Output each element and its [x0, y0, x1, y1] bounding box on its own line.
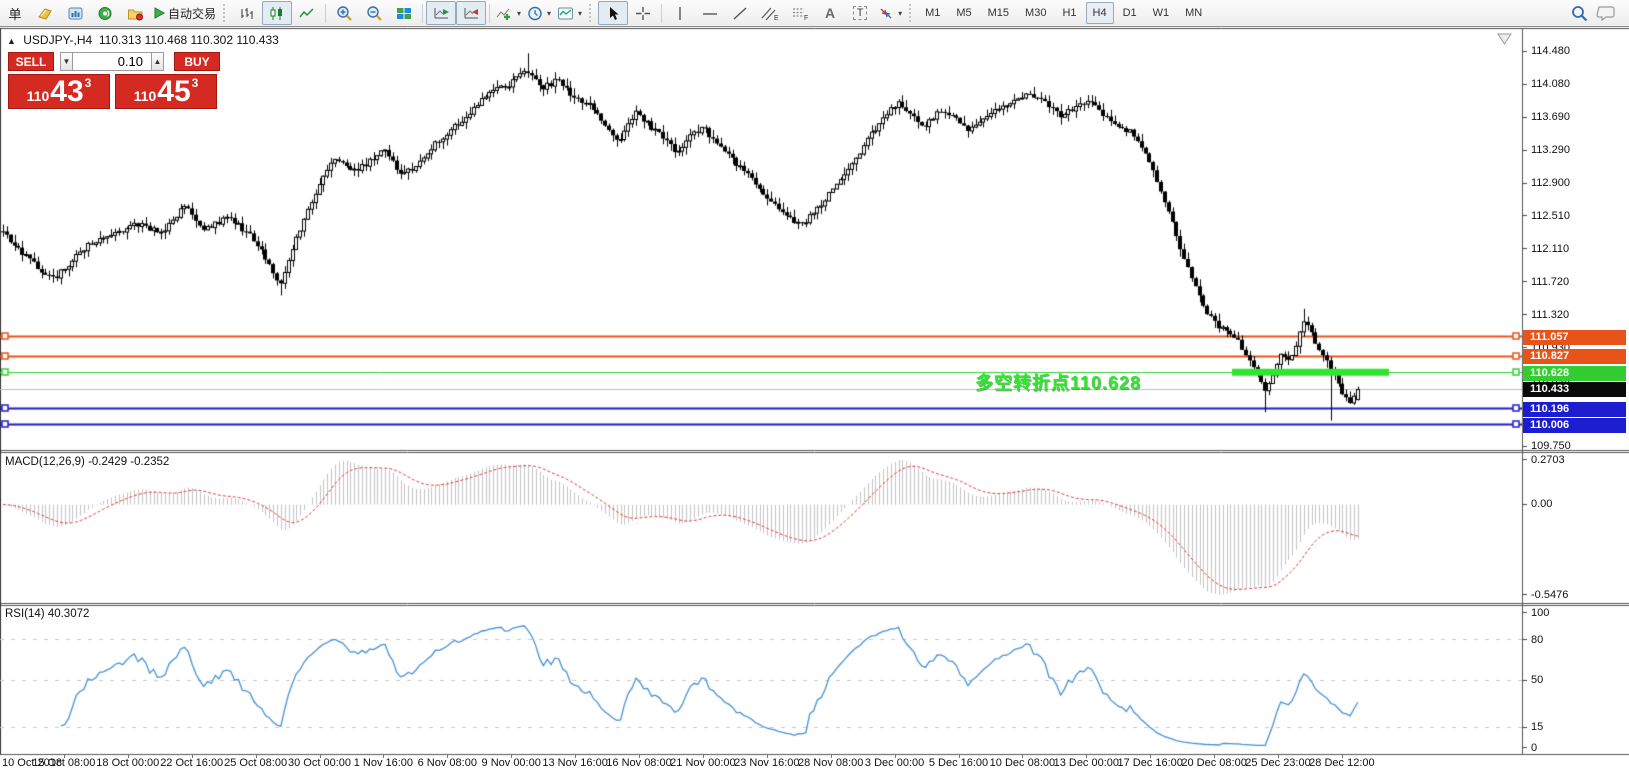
sell-price-prefix: 110 [27, 88, 50, 104]
macd-axis-tick: 0.2703 [1531, 454, 1565, 466]
time-axis-tick-mark [1086, 754, 1087, 758]
rsi-axis-tick: 50 [1531, 674, 1543, 686]
buy-price-big: 45 [157, 78, 190, 106]
price-axis-tick: 114.480 [1531, 45, 1570, 57]
price-axis-tick: 112.110 [1531, 243, 1569, 255]
price-axis-tick: 112.900 [1531, 177, 1570, 189]
time-axis-tick-mark [1022, 754, 1023, 758]
macd-axis-tick: 0.00 [1531, 498, 1552, 510]
sell-price-big: 43 [50, 78, 83, 106]
time-axis-label: 28 Nov 08:00 [798, 757, 863, 769]
time-axis-tick-mark [1214, 754, 1215, 758]
time-axis-tick-mark [383, 754, 384, 758]
time-axis-label: 16 Nov 08:00 [606, 757, 671, 769]
buy-price-button[interactable]: 110 45 3 [115, 74, 217, 109]
time-axis-label: 28 Dec 12:00 [1309, 757, 1374, 769]
time-axis-label: 9 Nov 00:00 [482, 757, 541, 769]
rsi-axis-tick: 80 [1531, 634, 1543, 646]
buy-button[interactable]: BUY [174, 52, 220, 71]
time-axis-label: 21 Nov 00:00 [670, 757, 735, 769]
time-axis-tick-mark [320, 754, 321, 758]
time-axis-tick-mark [831, 754, 832, 758]
annotation-text: 多空转折点110.628 [975, 369, 1141, 395]
time-axis-label: 18 Oct 00:00 [96, 757, 159, 769]
price-tag: 110.196 [1523, 402, 1626, 417]
rsi-axis-tick: 15 [1531, 721, 1543, 733]
macd-label: MACD(12,26,9) -0.2429 -0.2352 [5, 456, 169, 468]
time-axis-tick-mark [895, 754, 896, 758]
rsi-axis-tick: 0 [1531, 742, 1537, 754]
price-tag: 111.057 [1523, 330, 1626, 345]
time-axis-tick-mark [256, 754, 257, 758]
buy-price-prefix: 110 [134, 88, 157, 104]
volume-decrease-button[interactable]: ▼ [60, 52, 73, 71]
time-axis-label: 25 Oct 08:00 [224, 757, 287, 769]
price-axis-tick: 113.290 [1531, 144, 1570, 156]
time-axis-tick-mark [511, 754, 512, 758]
sell-price-sup: 3 [85, 76, 92, 90]
buy-price-sup: 3 [192, 76, 199, 90]
time-axis-tick-mark [575, 754, 576, 758]
price-axis-tick: 113.690 [1531, 111, 1570, 123]
chart-canvas[interactable] [0, 0, 1629, 771]
time-axis-label: 25 Dec 23:00 [1245, 757, 1310, 769]
time-axis-label: 6 Nov 08:00 [418, 757, 477, 769]
mt4-window: 单 自动交易 [0, 0, 1629, 771]
time-axis-label: 22 Oct 16:00 [160, 757, 223, 769]
rsi-axis-tick: 100 [1531, 607, 1549, 619]
time-axis-label: 5 Dec 16:00 [929, 757, 988, 769]
sell-price-button[interactable]: 110 43 3 [8, 74, 110, 109]
time-axis-tick-mark [447, 754, 448, 758]
time-axis-label: 15 Oct 08:00 [32, 757, 95, 769]
price-tag: 110.628 [1523, 366, 1626, 381]
time-axis-tick-mark [192, 754, 193, 758]
symbol-period-label: USDJPY-,H4 [23, 33, 92, 47]
time-axis-label: 23 Nov 16:00 [734, 757, 799, 769]
ohlc-values: 110.313 110.468 110.302 110.433 [99, 33, 279, 47]
price-axis-tick: 109.750 [1531, 440, 1571, 452]
time-axis-tick-mark [128, 754, 129, 758]
time-axis-tick-mark [1342, 754, 1343, 758]
time-axis-label: 1 Nov 16:00 [354, 757, 413, 769]
time-axis-tick-mark [703, 754, 704, 758]
time-axis-tick-mark [639, 754, 640, 758]
price-axis-tick: 112.510 [1531, 210, 1570, 222]
time-axis-label: 13 Nov 16:00 [542, 757, 607, 769]
price-tag: 110.827 [1523, 349, 1626, 364]
collapse-chart-icon[interactable]: ▲ [7, 36, 16, 46]
price-axis-tick: 111.720 [1531, 276, 1569, 288]
one-click-trading-panel: SELL ▼ ▲ BUY 110 43 3 110 45 3 [8, 52, 220, 109]
chart-title: ▲ USDJPY-,H4 110.313 110.468 110.302 110… [7, 33, 279, 47]
price-tag: 110.433 [1523, 382, 1626, 397]
volume-increase-button[interactable]: ▲ [151, 52, 164, 71]
time-axis-label: 10 Dec 08:00 [990, 757, 1055, 769]
time-axis-label: 20 Dec 08:00 [1181, 757, 1246, 769]
time-axis-tick-mark [767, 754, 768, 758]
time-axis-label: 3 Dec 00:00 [865, 757, 924, 769]
time-axis-tick-mark [64, 754, 65, 758]
time-axis-label: 13 Dec 00:00 [1054, 757, 1119, 769]
time-axis-tick-mark [1278, 754, 1279, 758]
macd-axis-tick: -0.5476 [1531, 589, 1568, 601]
price-tag: 110.006 [1523, 418, 1626, 433]
time-axis-label: 30 Oct 00:00 [288, 757, 351, 769]
price-axis-tick: 111.320 [1531, 309, 1569, 321]
time-axis-tick-mark [959, 754, 960, 758]
chart-shift-marker[interactable] [1497, 33, 1513, 46]
rsi-label: RSI(14) 40.3072 [5, 608, 89, 620]
price-axis-tick: 114.080 [1531, 78, 1570, 90]
time-axis-label: 17 Dec 16:00 [1117, 757, 1182, 769]
time-axis-tick-mark [1150, 754, 1151, 758]
volume-input[interactable] [73, 52, 151, 71]
sell-button[interactable]: SELL [8, 52, 54, 71]
